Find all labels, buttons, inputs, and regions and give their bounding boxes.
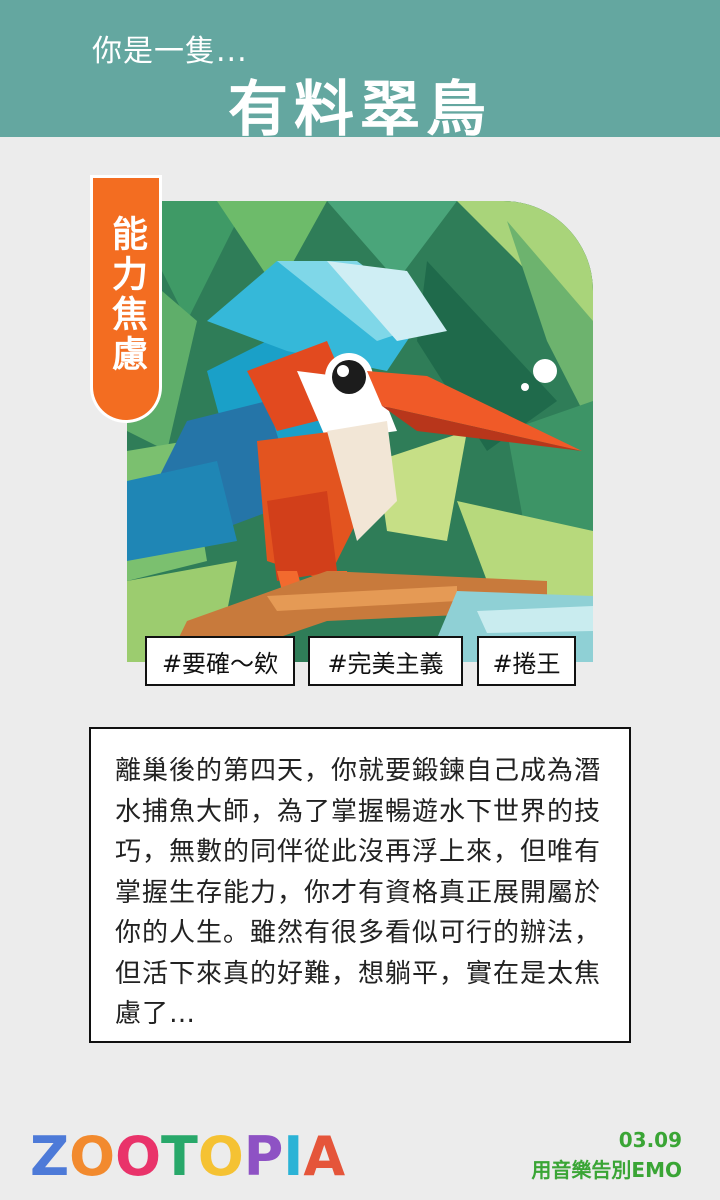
header-title: 有料翠鳥 xyxy=(228,75,492,137)
tag-chip: #要確〜欸 xyxy=(145,636,295,686)
kingfisher-illustration xyxy=(127,201,593,662)
description-box: 離巢後的第四天，你就要鍛鍊自己成為潛水捕魚大師，為了掌握暢遊水下世界的技巧，無數… xyxy=(89,727,631,1043)
ribbon-label: 能力焦慮 xyxy=(106,215,147,375)
event-date: 03.09 xyxy=(618,1128,682,1152)
tag-chip: #完美主義 xyxy=(308,636,463,686)
event-slogan: 用音樂告別EMO xyxy=(531,1158,682,1182)
header-banner: 你是一隻... 有料翠鳥 xyxy=(0,0,720,137)
zootopia-logo: ZOOTOPIA xyxy=(30,1125,346,1188)
tag-chip: #捲王 xyxy=(477,636,576,686)
header-subtitle: 你是一隻... xyxy=(92,34,248,69)
ability-anxiety-ribbon: 能力焦慮 xyxy=(93,178,159,420)
